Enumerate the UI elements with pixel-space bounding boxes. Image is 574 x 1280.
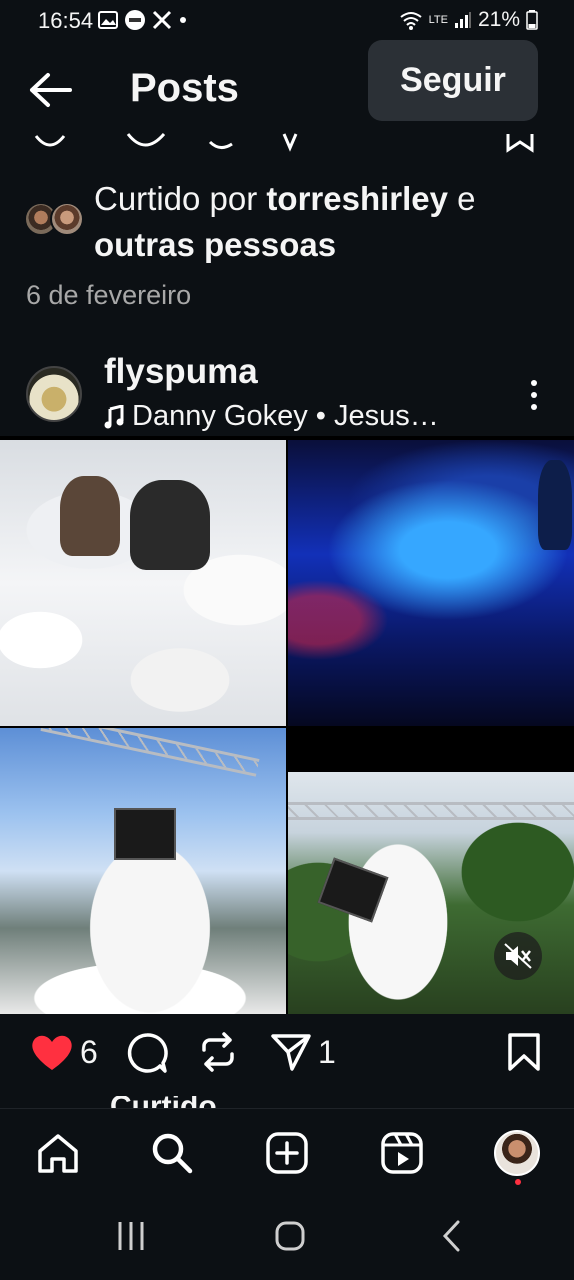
system-navigation [0,1200,574,1280]
more-options-button[interactable] [524,378,544,412]
liked-by-text: Curtido por torreshirley e outras pessoa… [94,180,476,263]
share-count[interactable]: 1 [318,1034,336,1071]
chevron-left-icon [442,1220,460,1252]
nav-search[interactable] [148,1129,196,1177]
send-icon [271,1034,311,1071]
like-button[interactable]: 6 [30,1032,98,1072]
home-circle-icon [275,1221,305,1251]
notification-icons [98,9,188,31]
post-date: 6 de fevereiro [26,280,192,310]
wifi-icon [399,12,422,30]
mute-button[interactable] [494,932,542,980]
home-system-button[interactable] [274,1220,306,1257]
recent-apps-button[interactable] [116,1220,146,1257]
audio-link[interactable]: Danny Gokey • Jesus… [104,400,439,433]
nav-create[interactable] [263,1129,311,1177]
post-username[interactable]: flyspuma [104,352,258,392]
audio-title: Danny Gokey • Jesus… [132,400,439,432]
home-icon [38,1134,78,1173]
media-tile-outdoor-foam [288,772,574,1014]
music-note-icon [104,404,124,428]
signal-icon [454,12,471,28]
status-time: 16:54 [38,8,94,33]
search-icon [152,1133,193,1174]
others-link[interactable]: outras pessoas [94,226,336,263]
comment-button[interactable] [126,1032,168,1074]
save-button[interactable] [506,1032,542,1072]
dot-icon [180,17,186,23]
media-tile-foam-party [0,440,286,726]
next-caption-peek: Curtido [110,1096,270,1108]
follow-button[interactable]: Seguir [368,40,538,121]
page-title: Posts [130,66,239,110]
status-bar: 16:54 LTE 21% [0,0,574,40]
speaker-muted-icon [504,943,532,969]
comment-icon [127,1033,168,1073]
back-system-button[interactable] [440,1220,464,1257]
heart-filled-icon [32,1035,72,1070]
app-notification-icon [125,10,145,30]
battery-icon [526,10,538,30]
like-count[interactable]: 6 [80,1034,98,1071]
bottom-navigation [0,1108,574,1200]
arrow-left-icon [30,73,72,107]
liked-username[interactable]: torreshirley [266,180,448,217]
post-avatar[interactable] [26,366,82,422]
post-media[interactable] [0,436,574,1014]
status-right: LTE 21% [399,8,538,32]
avatar [50,202,84,236]
post-header: flyspuma Danny Gokey • Jesus… [0,348,574,434]
battery-percent: 21% [477,8,520,31]
x-app-icon [152,10,172,30]
more-vertical-icon [531,380,537,410]
profile-avatar [494,1130,540,1176]
recent-apps-icon [118,1222,144,1250]
previous-post-actions [0,132,574,154]
back-button[interactable] [28,70,74,110]
nav-home[interactable] [34,1129,82,1177]
media-tile-night-foam [288,440,574,726]
top-bar: Posts Seguir [0,40,574,132]
create-icon [266,1132,308,1174]
notification-dot [515,1179,521,1185]
network-label: LTE [428,13,448,26]
bookmark-icon [508,1033,540,1071]
gallery-icon [98,11,118,29]
share-button[interactable]: 1 [270,1032,336,1072]
repost-icon [202,1032,234,1072]
nav-profile[interactable] [493,1129,541,1177]
liked-avatars [24,202,84,240]
post-actions: 6 1 [0,1024,574,1088]
reels-icon [381,1132,423,1174]
nav-reels[interactable] [378,1129,426,1177]
repost-button[interactable] [198,1032,238,1072]
media-tile-foam-cannon [0,728,286,1014]
